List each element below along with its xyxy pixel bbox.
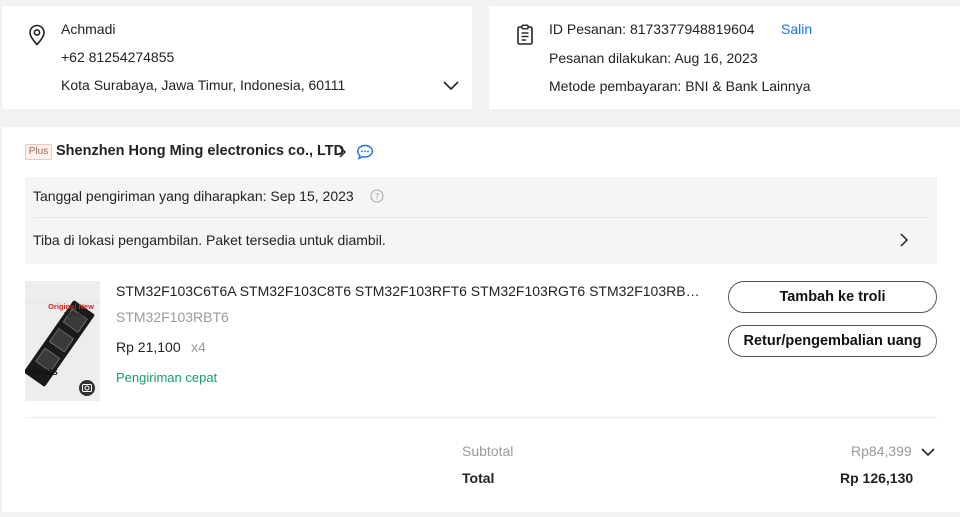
order-detail-card: Plus Shenzhen Hong Ming electronics co.,… [2, 127, 960, 512]
question-circle-icon[interactable]: ? [370, 189, 384, 203]
add-to-cart-button[interactable]: Tambah ke troli [728, 281, 937, 313]
location-pin-icon [29, 24, 45, 46]
fast-shipping-label: Pengiriman cepat [116, 370, 218, 385]
return-refund-button[interactable]: Retur/pengembalian uang [728, 325, 937, 357]
divider [25, 417, 937, 418]
recipient-phone: +62 81254274855 [61, 49, 175, 65]
chevron-down-icon[interactable] [442, 78, 460, 92]
shipping-status: Tiba di lokasi pengambilan. Paket tersed… [33, 232, 386, 248]
chevron-down-icon[interactable] [920, 445, 936, 459]
svg-text:?: ? [375, 192, 380, 202]
camera-icon [79, 380, 95, 396]
total-value: Rp 126,130 [840, 470, 914, 486]
product-price: Rp 21,100 [116, 339, 181, 355]
expected-delivery-date: Tanggal pengiriman yang diharapkan: Sep … [33, 188, 354, 204]
image-brand-text: SUHMS [27, 367, 58, 377]
chevron-right-icon[interactable] [336, 145, 348, 159]
subtotal-label: Subtotal [462, 443, 514, 459]
payment-method: Metode pembayaran: BNI & Bank Lainnya [549, 78, 811, 94]
recipient-address: Kota Surabaya, Jawa Timur, Indonesia, 60… [61, 77, 346, 93]
order-id: ID Pesanan: 8173377948819604 [549, 21, 755, 37]
chat-bubble-icon[interactable] [356, 144, 374, 160]
address-card: Achmadi +62 81254274855 Kota Surabaya, J… [2, 6, 472, 109]
product-title-link[interactable]: STM32F103C6T6A STM32F103C8T6 STM32F103RF… [116, 283, 700, 299]
clipboard-icon [517, 24, 533, 45]
store-name-link[interactable]: Shenzhen Hong Ming electronics co., LTD [56, 143, 344, 159]
divider [33, 217, 928, 218]
order-info-card: ID Pesanan: 8173377948819604 Salin Pesan… [489, 6, 960, 109]
image-quality-text: 100% quality [64, 312, 93, 318]
plus-badge: Plus [25, 144, 52, 160]
total-label: Total [462, 470, 495, 486]
chevron-right-icon[interactable] [897, 232, 911, 248]
product-thumbnail[interactable]: Original New 100% quality SUHMS [25, 281, 100, 401]
recipient-name: Achmadi [61, 21, 116, 37]
order-placed-date: Pesanan dilakukan: Aug 16, 2023 [549, 50, 758, 66]
shipping-info-box: Tanggal pengiriman yang diharapkan: Sep … [25, 177, 937, 264]
subtotal-value: Rp84,399 [851, 443, 912, 459]
product-quantity: x4 [191, 339, 206, 355]
copy-order-id-link[interactable]: Salin [781, 21, 812, 37]
image-banner-text: Original New [48, 302, 94, 311]
product-image: Original New 100% quality SUHMS [25, 281, 100, 401]
product-variant: STM32F103RBT6 [116, 309, 229, 325]
